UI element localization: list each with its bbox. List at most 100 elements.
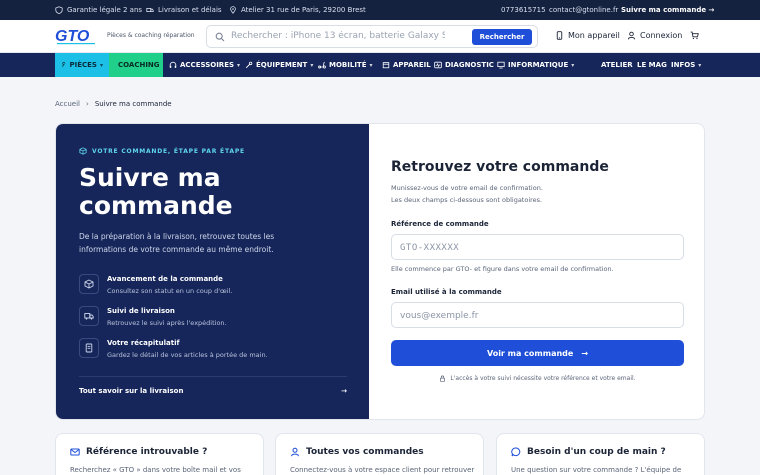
- nav-mobilite[interactable]: MOBILITÉ ▾: [318, 53, 373, 77]
- search-input[interactable]: Rechercher : iPhone 13 écran, batterie G…: [231, 31, 445, 41]
- security-note-text: L'accès à votre suivi nécessite votre ré…: [450, 375, 636, 382]
- lookup-form: Retrouvez votre commande Munissez-vous d…: [369, 124, 704, 419]
- hero-panel: VOTRE COMMANDE, ÉTAPE PAR ÉTAPE Suivre m…: [56, 124, 369, 419]
- nav-equipement-label: ÉQUIPEMENT: [256, 61, 308, 69]
- feature-desc: Retrouvez le suivi après l'expédition.: [107, 319, 227, 327]
- guarantee-text: Garantie légale 2 ans: [67, 6, 143, 14]
- user-icon: [627, 31, 636, 40]
- delivery-link[interactable]: Livraison et délais: [146, 0, 222, 20]
- breadcrumb: Accueil › Suivre ma commande: [55, 100, 172, 108]
- order-ref-field[interactable]: [391, 234, 684, 260]
- form-subtitle: Munissez-vous de votre email de confirma…: [391, 182, 681, 206]
- breadcrumb-home[interactable]: Accueil: [55, 100, 80, 108]
- help-card-title-text: Toutes vos commandes: [306, 447, 424, 457]
- feature-desc: Gardez le détail de vos articles à porté…: [107, 351, 268, 359]
- nav-accessoires[interactable]: ACCESSOIRES ▾: [169, 53, 240, 77]
- phone-link[interactable]: 0773615715: [501, 0, 546, 20]
- nav-appareil[interactable]: APPAREIL: [382, 53, 431, 77]
- nav-atelier[interactable]: ATELIER: [601, 53, 633, 77]
- search-button[interactable]: Rechercher: [472, 29, 532, 45]
- help-card-desc: Recherchez « GTO » dans votre boîte mail…: [70, 466, 241, 474]
- delivery-info-label: Tout savoir sur la livraison: [79, 387, 184, 395]
- help-card-orders[interactable]: Toutes vos commandes Connectez-vous à vo…: [275, 433, 484, 475]
- feature-progress: Avancement de la commande Consultez son …: [79, 274, 232, 295]
- chevron-down-icon: ▾: [369, 61, 373, 69]
- chevron-down-icon: ▾: [571, 61, 575, 69]
- email-label: Email utilisé à la commande: [391, 288, 502, 296]
- feature-desc: Consultez son statut en un coup d'œil.: [107, 287, 233, 295]
- cube-icon: [79, 147, 87, 155]
- hero-eyebrow-text: VOTRE COMMANDE, ÉTAPE PAR ÉTAPE: [92, 147, 245, 155]
- nav-le-mag-label: LE MAG: [637, 61, 667, 69]
- email-link[interactable]: contact@gtonline.fr: [549, 0, 618, 20]
- address-text: Atelier 31 rue de Paris, 29200 Brest: [241, 6, 366, 14]
- help-card-title: Référence introuvable ?: [70, 447, 207, 457]
- gto-logo[interactable]: GTO: [55, 27, 101, 47]
- email-text: contact@gtonline.fr: [549, 6, 619, 14]
- chevron-down-icon: ▾: [237, 61, 241, 69]
- view-order-label: Voir ma commande: [486, 348, 574, 358]
- email-input[interactable]: [392, 304, 683, 328]
- nav-infos[interactable]: INFOS ▾: [671, 53, 701, 77]
- arrow-right-icon: →: [581, 348, 589, 358]
- my-device-label: Mon appareil: [568, 31, 620, 40]
- help-card-title-text: Référence introuvable ?: [86, 447, 208, 457]
- feature-delivery: Suivi de livraison Retrouvez le suivi ap…: [79, 306, 227, 327]
- feature-title: Votre récapitulatif: [107, 339, 180, 347]
- view-order-button[interactable]: Voir ma commande →: [391, 340, 684, 366]
- order-ref-input[interactable]: [392, 236, 683, 260]
- map-pin-icon: [230, 6, 236, 14]
- security-note: L'accès à votre suivi nécessite votre ré…: [391, 375, 684, 382]
- cart-button[interactable]: [690, 31, 699, 40]
- tools-icon: [245, 61, 253, 69]
- track-order-link[interactable]: Suivre ma commande →: [621, 0, 714, 20]
- main-nav: PIÈCES ▾ COACHING ACCESSOIRES ▾ ÉQUIPEMENT…: [0, 53, 760, 77]
- form-subtitle-line: Munissez-vous de votre email de confirma…: [391, 184, 543, 192]
- hero-divider: [79, 376, 347, 377]
- box-icon: [382, 62, 390, 69]
- search-icon: [215, 32, 225, 42]
- my-device-link[interactable]: Mon appareil: [555, 31, 620, 40]
- header-tagline: Pièces & coaching réparation: [107, 32, 195, 39]
- nav-coaching-label: COACHING: [118, 61, 160, 69]
- form-subtitle-line: Les deux champs ci-dessous sont obligato…: [391, 196, 543, 204]
- nav-appareil-label: APPAREIL: [393, 61, 431, 69]
- chat-icon: [511, 447, 521, 457]
- nav-coaching[interactable]: COACHING: [109, 53, 163, 77]
- help-card-desc: Connectez-vous à votre espace client pou…: [290, 466, 475, 474]
- nav-le-mag[interactable]: LE MAG: [637, 53, 667, 77]
- email-field[interactable]: [391, 302, 684, 328]
- help-card-support[interactable]: Besoin d'un coup de main ? Une question …: [496, 433, 705, 475]
- nav-informatique[interactable]: INFORMATIQUE ▾: [497, 53, 574, 77]
- login-label: Connexion: [640, 31, 683, 40]
- wrench-icon: [61, 62, 66, 67]
- truck-icon: [146, 8, 154, 12]
- nav-diagnostic[interactable]: DIAGNOSTIC: [434, 53, 494, 77]
- phone-icon: [556, 31, 563, 40]
- guarantee-info: Garantie légale 2 ans: [55, 0, 142, 20]
- package-icon: [84, 279, 94, 289]
- nav-pieces[interactable]: PIÈCES ▾: [55, 53, 109, 77]
- nav-mobilite-label: MOBILITÉ: [329, 61, 367, 69]
- chevron-down-icon: ▾: [99, 61, 103, 69]
- monitor-icon: [497, 61, 505, 69]
- login-link[interactable]: Connexion: [627, 31, 682, 40]
- nav-equipement[interactable]: ÉQUIPEMENT ▾: [245, 53, 313, 77]
- feature-summary: Votre récapitulatif Gardez le détail de …: [79, 338, 268, 359]
- hero-eyebrow: VOTRE COMMANDE, ÉTAPE PAR ÉTAPE: [79, 147, 245, 155]
- user-icon: [291, 447, 299, 457]
- help-card-title-text: Besoin d'un coup de main ?: [527, 447, 666, 457]
- headphones-icon: [169, 61, 177, 68]
- form-title: Retrouvez votre commande: [391, 159, 609, 175]
- nav-diagnostic-label: DIAGNOSTIC: [445, 61, 494, 69]
- shield-icon: [55, 6, 63, 14]
- help-card-reference[interactable]: Référence introuvable ? Recherchez « GTO…: [55, 433, 264, 475]
- feature-title: Avancement de la commande: [107, 275, 223, 283]
- track-order-text: Suivre ma commande →: [621, 6, 715, 14]
- activity-icon: [434, 61, 442, 69]
- delivery-info-link[interactable]: Tout savoir sur la livraison →: [79, 387, 347, 395]
- chevron-down-icon: ▾: [698, 61, 702, 69]
- phone-text: 0773615715: [501, 6, 546, 14]
- breadcrumb-current: Suivre ma commande: [94, 100, 172, 108]
- nav-infos-label: INFOS: [671, 61, 696, 69]
